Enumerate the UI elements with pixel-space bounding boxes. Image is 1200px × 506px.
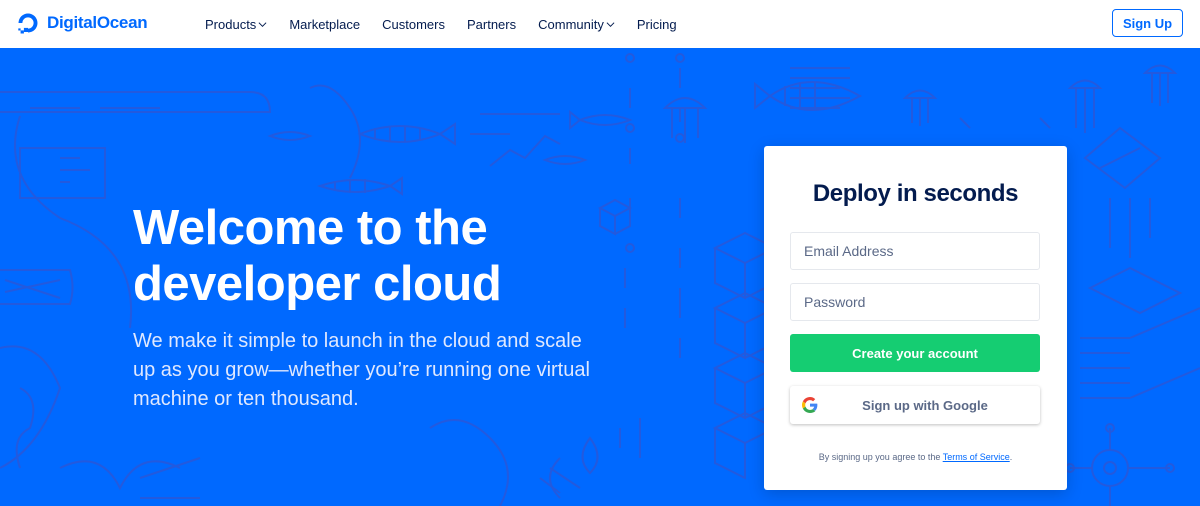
create-account-button[interactable]: Create your account xyxy=(790,334,1040,372)
nav-item-label: Customers xyxy=(382,16,445,32)
terms-prefix: By signing up you agree to the xyxy=(818,452,943,462)
digitalocean-logo-icon xyxy=(18,13,38,34)
hero-headline-line: developer cloud xyxy=(133,257,502,311)
signup-card-title: Deploy in seconds xyxy=(812,180,1019,207)
nav-item-label: Community xyxy=(538,16,604,32)
terms-of-service-link[interactable]: Terms of Service xyxy=(943,452,1010,462)
nav-item-partners[interactable]: Partners xyxy=(467,17,516,32)
nav-item-customers[interactable]: Customers xyxy=(382,17,445,32)
google-signup-label: Sign up with Google xyxy=(862,397,988,413)
nav-item-label: Products xyxy=(205,16,257,32)
terms-notice: By signing up you agree to the Terms of … xyxy=(764,452,1067,462)
nav-item-label: Partners xyxy=(466,16,517,32)
nav-item-community[interactable]: Community xyxy=(538,17,615,32)
brand-name: DigitalOcean xyxy=(47,13,148,32)
hero-headline-line: Welcome to the xyxy=(133,201,488,255)
signup-card: Deploy in seconds Create your account Si… xyxy=(764,146,1067,490)
nav-item-pricing[interactable]: Pricing xyxy=(637,17,677,32)
nav-item-label: Marketplace xyxy=(289,16,361,32)
email-field[interactable] xyxy=(790,232,1040,270)
nav-item-marketplace[interactable]: Marketplace xyxy=(289,17,360,32)
hero-headline: Welcome to the developer cloud xyxy=(133,200,653,312)
nav-item-label: Pricing xyxy=(636,16,677,32)
nav-menu: Products Marketplace Customers Partners … xyxy=(205,0,699,48)
google-signup-button[interactable]: Sign up with Google xyxy=(790,386,1040,424)
password-field[interactable] xyxy=(790,283,1040,321)
brand-logo[interactable]: DigitalOcean xyxy=(16,11,148,35)
hero-section: Welcome to the developer cloud We make i… xyxy=(0,48,1200,506)
chevron-down-icon xyxy=(606,22,615,28)
terms-suffix: . xyxy=(1009,452,1013,462)
hero-subtext: We make it simple to launch in the cloud… xyxy=(133,330,590,410)
nav-signup-button[interactable]: Sign Up xyxy=(1112,9,1183,37)
top-navbar: DigitalOcean Products Marketplace Custom… xyxy=(0,0,1200,48)
nav-item-products[interactable]: Products xyxy=(205,17,267,32)
chevron-down-icon xyxy=(258,22,267,28)
google-icon xyxy=(802,397,818,413)
